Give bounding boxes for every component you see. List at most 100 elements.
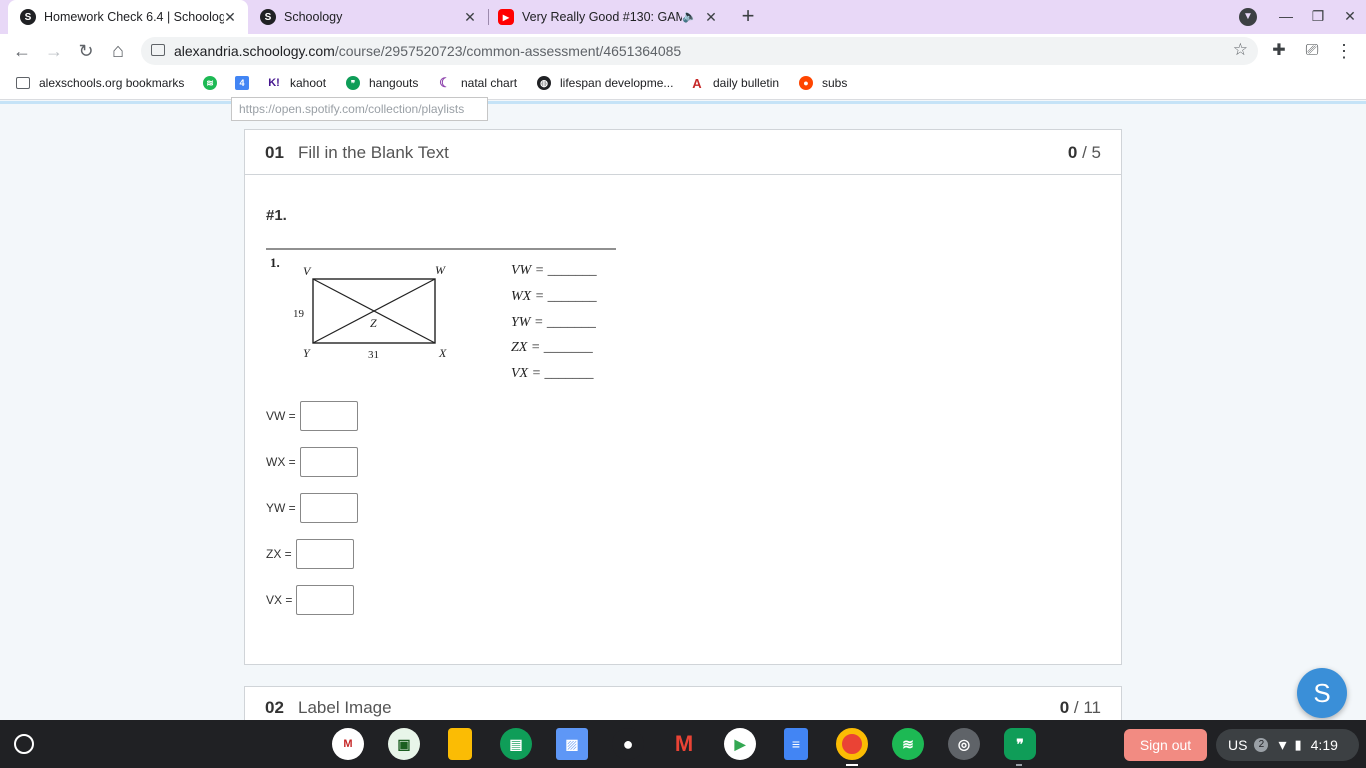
answer-label: YW = — [266, 501, 296, 515]
tab-close-icon[interactable]: ✕ — [703, 9, 719, 25]
bookmark-hangouts[interactable]: ❞ hangouts — [346, 76, 418, 90]
bookmark-natal-chart[interactable]: ☾ natal chart — [438, 75, 518, 90]
tab-close-icon[interactable]: ✕ — [222, 9, 238, 25]
bookmark-lifespan[interactable]: ◍ lifespan developme... — [537, 76, 673, 90]
blank-yw: YW = _______ — [511, 315, 597, 330]
site-info-icon[interactable] — [151, 44, 165, 56]
maximize-button[interactable]: ❐ — [1309, 8, 1327, 25]
launcher-icon[interactable] — [14, 734, 34, 754]
docs-app-icon[interactable]: ≡ — [784, 728, 808, 760]
browser-toolbar: ← → ↻ ⌂ alexandria.schoology.com/course/… — [0, 34, 1366, 68]
bookmark-label: lifespan developme... — [560, 76, 674, 90]
extensions-icon[interactable]: ✚ — [1269, 40, 1289, 62]
bookmark-calendar[interactable]: 4 — [235, 76, 258, 90]
yw-answer-input[interactable] — [299, 493, 358, 523]
tab-homework-check[interactable]: S Homework Check 6.4 | Schoology ✕ — [8, 0, 248, 34]
answer-row-vw: VW = — [266, 401, 358, 431]
vertex-z: Z — [370, 316, 377, 330]
ime-indicator: US — [1228, 737, 1248, 753]
url-text[interactable]: alexandria.schoology.com/course/29575207… — [174, 43, 681, 59]
chrome-running-indicator — [846, 764, 858, 766]
audio-playing-icon[interactable]: 🔈 — [682, 9, 697, 23]
bookmark-label: subs — [822, 76, 848, 90]
vx-answer-input[interactable] — [296, 585, 355, 615]
kahoot-icon: K! — [268, 77, 280, 89]
bookmark-star-icon[interactable]: ☆ — [1233, 40, 1248, 60]
answer-label: WX = — [266, 455, 296, 469]
new-tab-button[interactable]: + — [737, 5, 759, 27]
back-button[interactable]: ← — [11, 40, 33, 62]
answer-row-vx: VX = — [266, 585, 355, 615]
bookmarks-bar: alexschools.org bookmarks ≋ 4 K! kahoot … — [0, 68, 1366, 100]
tab-title: Schoology — [284, 10, 343, 24]
blank-vw: VW = _______ — [511, 263, 598, 278]
side-length-left: 19 — [293, 308, 305, 320]
wx-answer-input[interactable] — [299, 447, 358, 477]
tab-close-icon[interactable]: ✕ — [462, 9, 478, 25]
spotify-app-icon[interactable]: ≋ — [892, 728, 924, 760]
play-store-app-icon[interactable]: ▶ — [724, 728, 756, 760]
screen-app-icon[interactable]: ▣ — [388, 728, 420, 760]
link-hover-tooltip: https://open.spotify.com/collection/play… — [231, 97, 488, 121]
answer-row-yw: YW = — [266, 493, 358, 523]
vw-answer-input[interactable] — [299, 401, 358, 431]
bookmark-label: natal chart — [461, 76, 518, 90]
question-number: 02 — [265, 698, 284, 717]
page-top-accent — [0, 101, 1366, 104]
zx-answer-input[interactable] — [295, 539, 354, 569]
hangouts-icon: ❞ — [346, 76, 360, 90]
chrome-app-icon[interactable] — [836, 728, 868, 760]
bookmark-kahoot[interactable]: K! kahoot — [267, 76, 326, 90]
answer-label: VX = — [266, 593, 293, 607]
calendar-icon: 4 — [235, 76, 249, 90]
home-button[interactable]: ⌂ — [107, 40, 129, 62]
score-max: / 5 — [1082, 143, 1101, 162]
chrome-menu-icon[interactable]: ⋮ — [1334, 40, 1354, 62]
classroom-app-icon[interactable]: ▤ — [500, 728, 532, 760]
score-earned: 0 — [1059, 698, 1070, 717]
side-length-bottom: 31 — [368, 349, 379, 361]
gmail-app-icon[interactable]: M — [668, 728, 700, 760]
gallery-app-icon[interactable]: ▨ — [556, 728, 588, 760]
vertex-x: X — [438, 346, 447, 360]
keep-app-icon[interactable] — [448, 728, 472, 760]
folder-icon — [16, 77, 30, 89]
close-window-button[interactable]: ✕ — [1341, 8, 1359, 25]
tab-title: Homework Check 6.4 | Schoology — [44, 10, 224, 24]
bookmark-daily-bulletin[interactable]: A daily bulletin — [690, 75, 779, 91]
reload-button[interactable]: ↻ — [75, 40, 97, 62]
profile-menu-icon[interactable]: ▼ — [1239, 8, 1257, 26]
recorder-app-icon[interactable]: ● — [612, 728, 644, 760]
bookmark-subs[interactable]: ● subs — [799, 76, 847, 90]
answer-label: VW = — [266, 409, 296, 423]
spotify-icon: ≋ — [203, 76, 217, 90]
schoology-favicon-icon: S — [20, 9, 36, 25]
reddit-icon: ● — [799, 76, 813, 90]
address-bar[interactable]: alexandria.schoology.com/course/29575207… — [141, 37, 1258, 65]
question-type: Fill in the Blank Text — [298, 143, 449, 162]
answer-row-wx: WX = — [266, 447, 358, 477]
tab-youtube[interactable]: ▶ Very Really Good #130: GAM 🔈 ✕ — [489, 0, 729, 34]
bookmark-label: hangouts — [369, 76, 419, 90]
answer-row-zx: ZX = — [266, 539, 354, 569]
bulletin-icon: A — [692, 75, 702, 91]
moon-icon: ☾ — [439, 75, 451, 90]
forward-button[interactable]: → — [43, 40, 65, 62]
clock-time: 4:19 — [1310, 737, 1338, 753]
sign-out-button[interactable]: Sign out — [1124, 729, 1207, 761]
mcgraw-hill-app-icon[interactable]: M — [332, 728, 364, 760]
status-tray[interactable]: US 2 ▾ ▮ 4:19 — [1216, 729, 1359, 761]
cast-icon[interactable]: ⎚ — [1302, 40, 1322, 62]
question-card-01: 01 Fill in the Blank Text 0 / 5 #1. 1. V… — [244, 129, 1122, 665]
schoology-help-button[interactable]: S — [1297, 668, 1347, 718]
youtube-favicon-icon: ▶ — [498, 9, 514, 25]
tab-schoology[interactable]: S Schoology ✕ — [248, 0, 488, 34]
battery-icon: ▮ — [1294, 737, 1302, 752]
os-shelf: M ▣ ▤ ▨ ● M ▶ ≡ ≋ ◎ ❞ Sign out US 2 ▾ ▮ … — [0, 720, 1366, 768]
hangouts-app-icon[interactable]: ❞ — [1004, 728, 1036, 760]
bookmark-folder-alexschools[interactable]: alexschools.org bookmarks — [16, 76, 184, 90]
url-path: /course/2957520723/common-assessment/465… — [334, 43, 682, 59]
bookmark-spotify[interactable]: ≋ — [203, 76, 226, 90]
minimize-button[interactable]: — — [1277, 8, 1295, 24]
camera-app-icon[interactable]: ◎ — [948, 728, 980, 760]
